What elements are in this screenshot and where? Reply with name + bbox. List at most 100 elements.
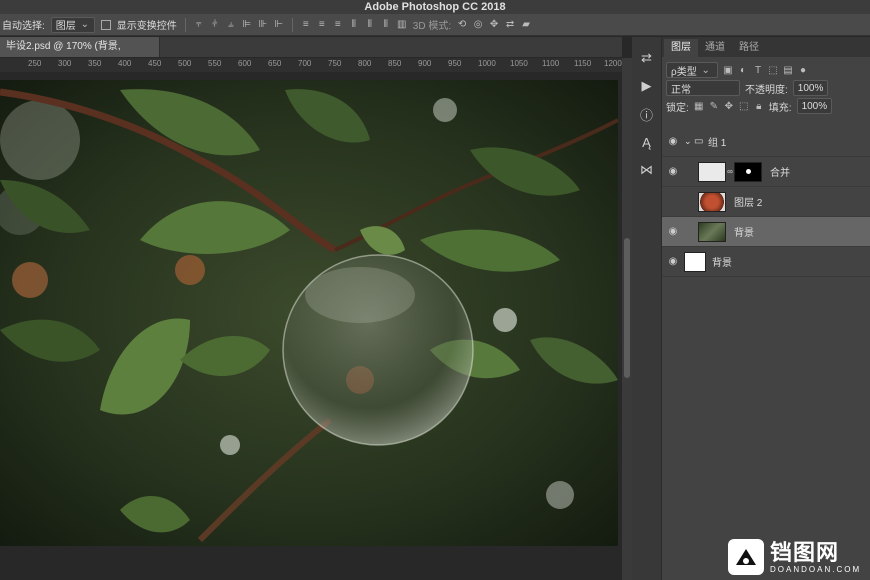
ruler-tick: 250 bbox=[28, 59, 42, 68]
separator bbox=[291, 17, 293, 32]
chevron-down-icon: ⌄ bbox=[80, 19, 89, 30]
document-canvas-image[interactable] bbox=[0, 80, 618, 546]
lock-row: 锁定: ▦ ✎ ✥ ⬚ 🔒︎ 填充: 100% bbox=[662, 97, 870, 115]
lock-brush-icon[interactable]: ✎ bbox=[709, 101, 719, 112]
lock-label: 锁定: bbox=[666, 102, 689, 114]
layer-row-background[interactable]: ◉ 背景 bbox=[662, 247, 870, 277]
auto-select-label: 自动选择: bbox=[2, 21, 45, 32]
history-icon[interactable]: ⇄ bbox=[640, 50, 654, 65]
distribute-bottom-icon[interactable]: ≡ bbox=[333, 19, 343, 30]
chevron-down-icon: ⌄ bbox=[701, 64, 710, 76]
align-left-icon[interactable]: ⊫ bbox=[242, 19, 252, 30]
blend-row: 正常 不透明度: 100% bbox=[662, 79, 870, 97]
auto-select-dropdown[interactable]: 图层 ⌄ bbox=[50, 16, 95, 33]
ruler-tick: 400 bbox=[118, 59, 132, 68]
watermark: 铛图网 DOANDOAN.COM bbox=[728, 536, 868, 578]
chevron-down-icon[interactable]: ⌄ bbox=[684, 136, 694, 147]
ruler-tick: 900 bbox=[418, 59, 432, 68]
ruler-tick: 700 bbox=[298, 59, 312, 68]
opacity-field[interactable]: 100% bbox=[792, 80, 829, 96]
show-transform-label: 显示变换控件 bbox=[116, 21, 177, 32]
distribute-top-icon[interactable]: ≡ bbox=[301, 19, 311, 30]
layer-row-merged[interactable]: ◉ ∞ 合并 bbox=[662, 157, 870, 187]
filter-toggle-icon[interactable]: ● bbox=[798, 65, 808, 76]
layer-name: 图层 2 bbox=[734, 198, 763, 209]
blend-mode-value: 正常 bbox=[671, 84, 691, 96]
distribute-left-icon[interactable]: ⦀ bbox=[349, 19, 359, 30]
layer-name: 组 1 bbox=[708, 138, 727, 149]
layer-row-layer2[interactable]: 图层 2 bbox=[662, 187, 870, 217]
ruler-tick: 850 bbox=[388, 59, 402, 68]
layers-panel: 图层 通道 路径 ρ类型 ⌄ ▣ ◐ T ⬚ ▤ ● 正常 不透明度: 100% … bbox=[662, 37, 870, 580]
eye-icon[interactable]: ◉ bbox=[662, 166, 684, 177]
show-transform-checkbox[interactable] bbox=[100, 19, 111, 30]
lock-artboard-icon[interactable]: ⬚ bbox=[739, 101, 749, 112]
filter-adjustment-icon[interactable]: ◐ bbox=[738, 65, 748, 76]
lock-position-icon[interactable]: ✥ bbox=[724, 101, 734, 112]
align-right-icon[interactable]: ⊩ bbox=[274, 19, 284, 30]
ruler-tick: 350 bbox=[88, 59, 102, 68]
layer-name: 背景 bbox=[734, 228, 754, 239]
tab-paths[interactable]: 路径 bbox=[732, 39, 766, 57]
filter-pixel-icon[interactable]: ▣ bbox=[723, 65, 733, 76]
mode-3d-label: 3D 模式: bbox=[412, 21, 452, 32]
align-bottom-icon[interactable]: ⫨ bbox=[226, 19, 236, 30]
filter-smartobject-icon[interactable]: ▤ bbox=[783, 65, 793, 76]
slide-3d-icon[interactable]: ⇄ bbox=[505, 19, 515, 30]
align-vcenter-icon[interactable]: ⫩ bbox=[210, 19, 220, 30]
blend-mode-dropdown[interactable]: 正常 bbox=[666, 80, 740, 96]
scrollbar-thumb[interactable] bbox=[624, 238, 630, 378]
orbit-3d-icon[interactable]: ⟲ bbox=[457, 19, 467, 30]
fill-value: 100% bbox=[801, 100, 828, 112]
watermark-cn: 铛图网 bbox=[770, 539, 840, 565]
ruler-tick: 650 bbox=[268, 59, 282, 68]
panel-tabs: 图层 通道 路径 bbox=[662, 37, 870, 57]
filter-type-icon[interactable]: T bbox=[753, 65, 763, 76]
ruler-tick: 550 bbox=[208, 59, 222, 68]
drag-3d-icon[interactable]: ✥ bbox=[489, 19, 499, 30]
distribute-vcenter-icon[interactable]: ≡ bbox=[317, 19, 327, 30]
eye-icon[interactable]: ◉ bbox=[662, 256, 684, 267]
layer-filter-value: ρ类型 bbox=[671, 66, 697, 78]
lock-all-icon[interactable]: 🔒︎ bbox=[754, 101, 764, 112]
folder-icon: ▭ bbox=[694, 136, 704, 147]
opacity-value: 100% bbox=[797, 82, 824, 94]
ruler-tick: 1150 bbox=[574, 59, 592, 68]
auto-align-icon[interactable]: ▥ bbox=[397, 19, 407, 30]
info-icon[interactable]: ⓘ bbox=[640, 107, 654, 123]
ruler-tick: 600 bbox=[238, 59, 252, 68]
document-tab[interactable]: 毕设2.psd @ 170% (背景, RGB/8#) * bbox=[0, 37, 160, 72]
canvas-area[interactable] bbox=[0, 72, 622, 580]
camera-3d-icon[interactable]: ▰ bbox=[521, 19, 531, 30]
lock-transparent-icon[interactable]: ▦ bbox=[694, 101, 704, 112]
layer-row-group[interactable]: ◉ ⌄ ▭ 组 1 bbox=[662, 127, 870, 157]
ruler-tick: 950 bbox=[448, 59, 462, 68]
paragraph-icon[interactable]: ⋈ bbox=[640, 162, 654, 177]
roll-3d-icon[interactable]: ◎ bbox=[473, 19, 483, 30]
watermark-en: DOANDOAN.COM bbox=[770, 564, 862, 574]
tab-channels[interactable]: 通道 bbox=[698, 39, 732, 57]
ruler-tick: 1200 bbox=[604, 59, 622, 68]
layer-filter-dropdown[interactable]: ρ类型 ⌄ bbox=[666, 62, 718, 78]
distribute-hcenter-icon[interactable]: ⦀ bbox=[365, 19, 375, 30]
auto-select-value: 图层 bbox=[55, 21, 76, 32]
vertical-scrollbar[interactable] bbox=[622, 58, 632, 580]
character-icon[interactable]: Ą bbox=[640, 135, 654, 150]
fill-label: 填充: bbox=[768, 102, 792, 114]
fill-field[interactable]: 100% bbox=[796, 98, 833, 114]
distribute-right-icon[interactable]: ⦀ bbox=[381, 19, 391, 30]
eye-icon[interactable]: ◉ bbox=[662, 226, 684, 237]
filter-row: ρ类型 ⌄ ▣ ◐ T ⬚ ▤ ● bbox=[662, 61, 870, 79]
align-top-icon[interactable]: ⫧ bbox=[194, 19, 204, 30]
layer-row-background-copy[interactable]: ◉ 背景 bbox=[662, 217, 870, 247]
layer-name: 合并 bbox=[770, 168, 790, 179]
filter-shape-icon[interactable]: ⬚ bbox=[768, 65, 778, 76]
align-hcenter-icon[interactable]: ⊪ bbox=[258, 19, 268, 30]
eye-icon[interactable]: ◉ bbox=[662, 136, 684, 147]
ruler-tick: 1050 bbox=[510, 59, 528, 68]
link-icon[interactable]: ∞ bbox=[726, 167, 734, 176]
actions-play-icon[interactable]: ▶ bbox=[640, 78, 654, 93]
tab-layers[interactable]: 图层 bbox=[664, 39, 698, 57]
layer-mask-thumbnail[interactable] bbox=[734, 161, 762, 182]
window-title: Adobe Photoshop CC 2018 bbox=[0, 0, 870, 14]
